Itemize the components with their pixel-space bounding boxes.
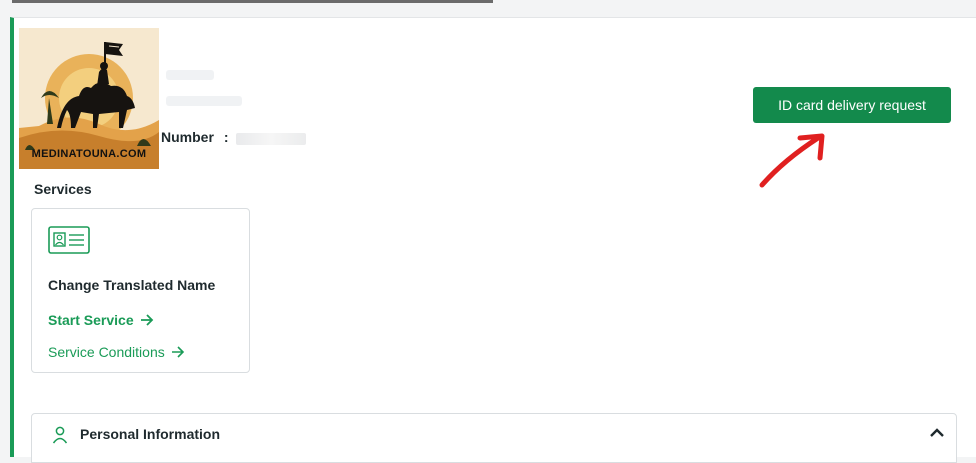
arrow-right-icon [140,314,153,326]
id-number-row: Number: [161,129,229,145]
watermark-logo: MEDINATOUNA.COM [19,28,159,169]
service-card-change-translated-name: Change Translated Name Start Service Ser… [31,208,250,373]
person-icon [52,426,68,444]
arrow-right-icon [171,346,184,358]
personal-information-accordion[interactable]: Personal Information [31,413,957,463]
redacted-name-line [166,70,214,80]
chevron-up-icon[interactable] [929,428,945,438]
start-service-label: Start Service [48,312,134,328]
service-conditions-link[interactable]: Service Conditions [48,344,185,360]
active-tab-indicator [12,0,493,3]
services-heading: Services [34,181,92,197]
id-card-icon [48,225,90,260]
id-number-separator: : [223,129,229,145]
personal-information-title: Personal Information [80,426,221,442]
service-conditions-label: Service Conditions [48,344,165,360]
redacted-name-line [166,96,242,106]
id-number-label: Number [161,129,214,145]
annotation-arrow-icon [759,133,825,188]
start-service-link[interactable]: Start Service [48,312,154,328]
redacted-id-number [236,133,306,145]
logo-text: MEDINATOUNA.COM [31,148,147,160]
id-card-delivery-request-button[interactable]: ID card delivery request [753,87,951,123]
service-name: Change Translated Name [48,277,216,293]
